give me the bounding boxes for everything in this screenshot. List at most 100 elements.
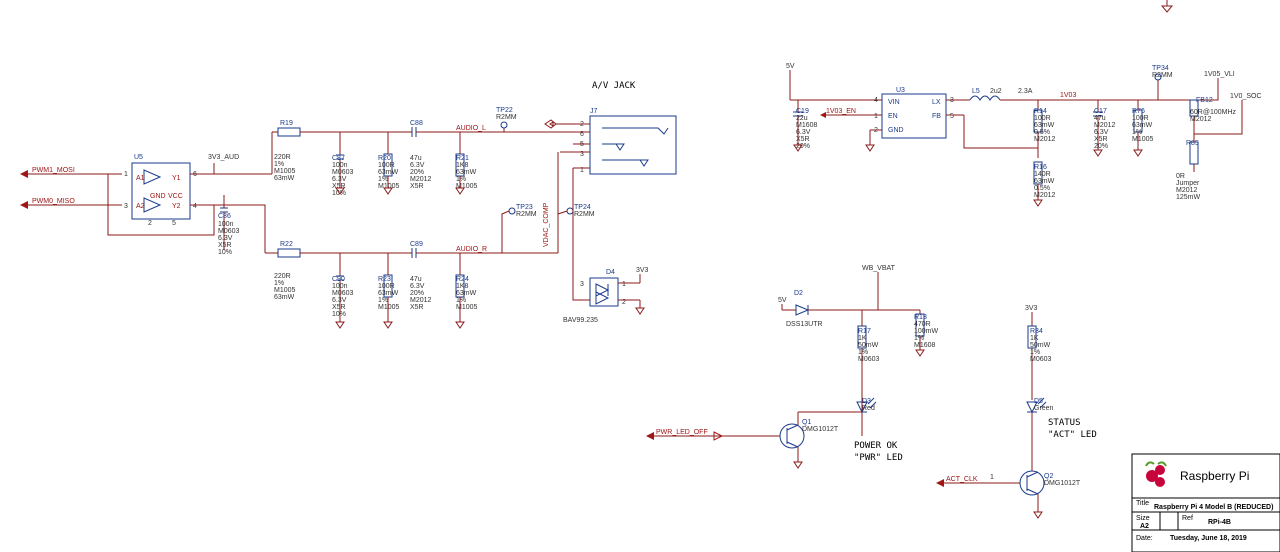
svg-text:R16: R16 — [1034, 164, 1047, 171]
svg-text:FB12: FB12 — [1196, 97, 1213, 104]
svg-text:C88: C88 — [410, 120, 423, 127]
svg-text:1K8: 1K8 — [456, 162, 469, 169]
svg-text:R22: R22 — [280, 241, 293, 248]
net-3v3-act: 3V3 — [1025, 305, 1038, 312]
svg-text:63mW: 63mW — [1034, 122, 1055, 129]
svg-text:D3: D3 — [862, 398, 871, 405]
r20-component: R20 100R 63mW 1% M1005 — [378, 132, 400, 194]
svg-text:63mW: 63mW — [1132, 122, 1153, 129]
pwm0-miso-net: PWM0_MISO — [20, 198, 122, 209]
svg-text:C17: C17 — [1094, 108, 1107, 115]
svg-text:20%: 20% — [796, 143, 810, 150]
svg-text:1%: 1% — [1132, 129, 1142, 136]
svg-text:R14: R14 — [1034, 108, 1047, 115]
svg-text:1K: 1K — [1030, 335, 1039, 342]
svg-text:M0603: M0603 — [218, 228, 240, 235]
d3-led: D3 Red — [857, 395, 876, 412]
svg-text:M2012: M2012 — [1034, 136, 1056, 143]
svg-text:M1608: M1608 — [796, 122, 818, 129]
d2-diode: D2 DSS13UTR — [786, 290, 862, 328]
svg-text:C86: C86 — [218, 213, 231, 220]
svg-text:1K: 1K — [858, 335, 867, 342]
svg-text:GND: GND — [888, 127, 904, 134]
svg-text:20%: 20% — [410, 290, 424, 297]
svg-text:6.3V: 6.3V — [410, 283, 425, 290]
svg-text:4: 4 — [193, 203, 197, 210]
svg-text:220R: 220R — [274, 273, 291, 280]
svg-text:63mW: 63mW — [378, 169, 399, 176]
c88-component: C88 47u 6.3V 20% M2012 X5R — [332, 120, 460, 190]
svg-text:R76: R76 — [1132, 108, 1145, 115]
svg-text:1%: 1% — [456, 297, 466, 304]
svg-text:U3: U3 — [896, 87, 905, 94]
svg-text:10%: 10% — [218, 249, 232, 256]
q2-transistor: Q2 DMG1012T — [998, 462, 1081, 518]
svg-text:4: 4 — [874, 97, 878, 104]
svg-text:R13: R13 — [914, 314, 927, 321]
svg-text:50mW: 50mW — [1030, 342, 1051, 349]
svg-text:A2: A2 — [136, 203, 145, 210]
svg-text:Y1: Y1 — [172, 175, 181, 182]
c86-component: C86 100n M0603 6.3V X5R 10% — [218, 195, 240, 256]
svg-text:100n: 100n — [332, 162, 348, 169]
av-jack-label: A/V JACK — [592, 81, 636, 91]
svg-text:1%: 1% — [858, 349, 868, 356]
svg-text:D4: D4 — [606, 269, 615, 276]
svg-text:100R: 100R — [378, 283, 395, 290]
svg-text:M1005: M1005 — [378, 183, 400, 190]
r19-component: R19 220R 1% M1005 63mW — [272, 120, 332, 182]
svg-text:VDAC_COMP: VDAC_COMP — [543, 202, 550, 247]
svg-text:100R: 100R — [378, 162, 395, 169]
svg-text:M1608: M1608 — [914, 342, 936, 349]
svg-text:C19: C19 — [796, 108, 809, 115]
svg-text:A1: A1 — [136, 175, 145, 182]
date-value: Tuesday, June 18, 2019 — [1170, 535, 1247, 542]
r16-component: R16 140R 63mW 0.5% M2012 — [1034, 162, 1056, 206]
net-1v0-soc: 1V0_SOC — [1230, 93, 1262, 100]
r22-component: R22 220R 1% M1005 63mW — [265, 241, 332, 301]
svg-text:3: 3 — [124, 203, 128, 210]
svg-text:DSS13UTR: DSS13UTR — [786, 321, 823, 328]
q1-transistor: Q1 DMG1012T — [760, 412, 862, 468]
svg-text:R17: R17 — [858, 328, 871, 335]
svg-text:R2MM: R2MM — [574, 211, 595, 218]
svg-text:R85: R85 — [1186, 140, 1199, 147]
svg-text:M2012: M2012 — [1034, 192, 1056, 199]
svg-text:3V3: 3V3 — [636, 267, 649, 274]
svg-text:PWM1_MOSI: PWM1_MOSI — [32, 167, 75, 174]
svg-text:2u2: 2u2 — [990, 88, 1002, 95]
svg-text:J7: J7 — [590, 108, 598, 115]
svg-text:1%: 1% — [914, 335, 924, 342]
svg-text:3: 3 — [580, 281, 584, 288]
svg-text:10%: 10% — [332, 190, 346, 197]
svg-text:6.3V: 6.3V — [218, 235, 233, 242]
svg-text:1: 1 — [990, 474, 994, 481]
r24-component: R24 1K8 63mW 1% M1005 — [456, 253, 478, 328]
svg-text:63mW: 63mW — [456, 169, 477, 176]
svg-text:5: 5 — [950, 113, 954, 120]
svg-text:LX: LX — [932, 99, 941, 106]
j7-connector: J7 2 6 5 3 1 — [560, 108, 676, 174]
svg-text:X5R: X5R — [1094, 136, 1108, 143]
tp24-testpoint: TP24 R2MM — [567, 204, 595, 218]
u5-ic: U5 A1 A2 Y1 Y2 GND VCC 1 3 6 4 2 5 — [124, 154, 197, 227]
svg-text:TP34: TP34 — [1152, 65, 1169, 72]
l5-inductor: L5 2u2 2.3A — [946, 88, 1160, 100]
svg-text:R23: R23 — [378, 276, 391, 283]
svg-text:Y2: Y2 — [172, 203, 181, 210]
svg-text:6.3V: 6.3V — [796, 129, 811, 136]
svg-text:M1005: M1005 — [1132, 136, 1154, 143]
size-value: A2 — [1140, 523, 1149, 530]
net-act-clk: ACT_CLK 1 — [936, 474, 998, 487]
brand-text: Raspberry Pi — [1180, 469, 1249, 483]
svg-text:220R: 220R — [274, 154, 291, 161]
r21-component: R21 1K8 63mW 1% M1005 — [456, 132, 573, 194]
svg-text:140R: 140R — [1034, 171, 1051, 178]
svg-text:1%: 1% — [456, 176, 466, 183]
svg-text:1: 1 — [622, 281, 626, 288]
svg-text:R24: R24 — [456, 276, 469, 283]
svg-text:1: 1 — [124, 171, 128, 178]
svg-text:1%: 1% — [378, 297, 388, 304]
tp22-testpoint: TP22 R2MM — [496, 107, 517, 132]
svg-text:47u: 47u — [410, 155, 422, 162]
